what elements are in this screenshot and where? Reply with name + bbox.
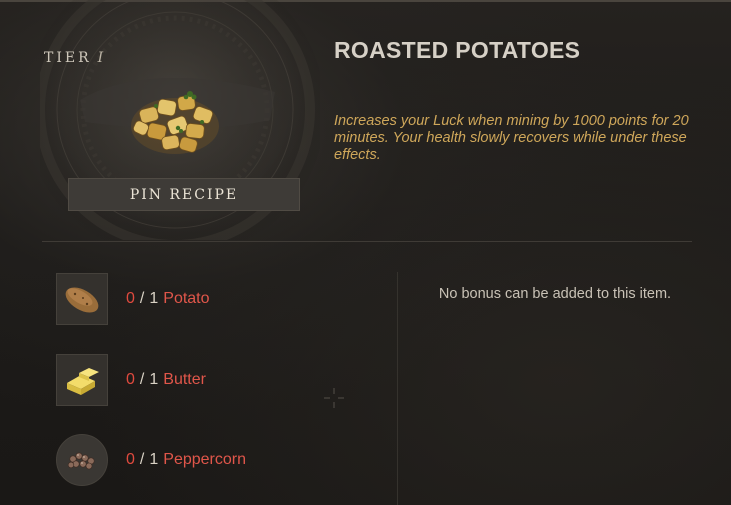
ingredient-have: 0 (126, 371, 135, 388)
ingredient-need: 1 (149, 290, 159, 307)
ingredient-name: Potato (163, 290, 210, 307)
potato-icon (56, 273, 108, 325)
roasted-potatoes-icon (131, 91, 219, 154)
recipe-title: ROASTED POTATOES (334, 37, 581, 63)
ingredient-name: Butter (163, 371, 206, 388)
ingredient-name: Peppercorn (163, 451, 246, 468)
ingredient-count: 0 / 1 Potato (126, 290, 210, 307)
butter-icon (56, 354, 108, 406)
ingredient-need: 1 (149, 451, 159, 468)
tier-number: I (97, 50, 104, 66)
cursor-crosshair-icon (324, 388, 344, 408)
ingredient-count: 0 / 1 Peppercorn (126, 451, 246, 468)
section-divider (42, 241, 692, 242)
peppercorn-icon (56, 434, 108, 486)
ingredient-row-potato[interactable]: 0 / 1 Potato (56, 273, 356, 325)
ingredient-have: 0 (126, 290, 135, 307)
column-divider (397, 272, 398, 505)
tier-text: TIER (44, 50, 92, 66)
ingredient-row-peppercorn[interactable]: 0 / 1 Peppercorn (56, 434, 356, 486)
ingredient-count: 0 / 1 Butter (126, 371, 206, 388)
bonus-text: No bonus can be added to this item. (438, 286, 672, 302)
tier-label: TIER I (44, 50, 103, 66)
ingredient-have: 0 (126, 451, 135, 468)
ingredient-row-butter[interactable]: 0 / 1 Butter (56, 354, 356, 406)
pin-recipe-button[interactable]: PIN RECIPE (68, 178, 300, 211)
ingredient-need: 1 (149, 371, 159, 388)
recipe-description: Increases your Luck when mining by 1000 … (334, 113, 689, 163)
